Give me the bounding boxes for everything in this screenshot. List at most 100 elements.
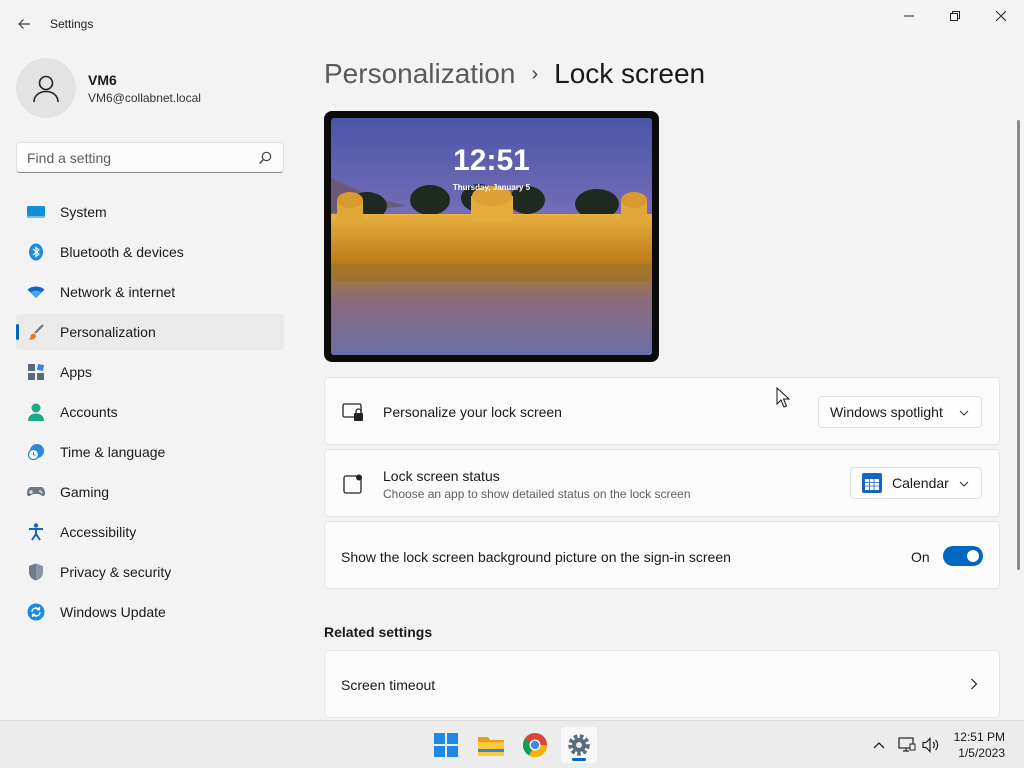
sidebar-item-label: Gaming xyxy=(60,484,110,500)
bluetooth-icon xyxy=(27,243,45,261)
sidebar-item-accessibility[interactable]: Accessibility xyxy=(16,514,284,550)
sidebar-item-gaming[interactable]: Gaming xyxy=(16,474,284,510)
sidebar-item-label: System xyxy=(60,204,107,220)
network-monitor-icon xyxy=(898,737,916,752)
sidebar-item-personalization[interactable]: Personalization xyxy=(16,314,284,350)
search-icon xyxy=(259,151,272,164)
sidebar-item-label: Accessibility xyxy=(60,524,137,540)
windows-start-icon xyxy=(434,733,458,757)
screen-timeout-label: Screen timeout xyxy=(341,677,436,693)
sidebar-item-apps[interactable]: Apps xyxy=(16,354,284,390)
monitor-icon xyxy=(27,203,45,221)
toggle-knob xyxy=(967,550,979,562)
title-bar: Settings xyxy=(0,0,1024,48)
lock-screen-status-dropdown[interactable]: Calendar xyxy=(850,467,982,499)
breadcrumb: Personalization › Lock screen xyxy=(324,58,705,90)
minimize-icon xyxy=(904,15,914,17)
sidebar-item-time-language[interactable]: Time & language xyxy=(16,434,284,470)
lock-screen-preview: 12:51 Thursday, January 5 xyxy=(324,111,659,362)
sidebar-item-bluetooth[interactable]: Bluetooth & devices xyxy=(16,234,284,270)
taskbar-clock[interactable]: 12:51 PM 1/5/2023 xyxy=(954,729,1005,761)
volume-tray-button[interactable] xyxy=(921,735,941,755)
sidebar-item-label: Windows Update xyxy=(60,604,166,620)
page-title: Lock screen xyxy=(554,58,706,89)
sidebar-item-windows-update[interactable]: Windows Update xyxy=(16,594,284,630)
sidebar-item-label: Personalization xyxy=(60,324,156,340)
sidebar-item-system[interactable]: System xyxy=(16,194,284,230)
chevron-down-icon xyxy=(959,481,969,487)
start-button[interactable] xyxy=(428,727,464,763)
breadcrumb-separator: › xyxy=(531,62,539,85)
toggle-state-label: On xyxy=(911,549,930,565)
lock-screen-status-card: Lock screen status Choose an app to show… xyxy=(324,449,1000,517)
avatar xyxy=(16,58,76,118)
sidebar-item-label: Accounts xyxy=(60,404,118,420)
apps-icon xyxy=(27,363,45,381)
close-icon xyxy=(996,11,1006,21)
accessibility-icon xyxy=(27,523,45,541)
sidebar-item-label: Time & language xyxy=(60,444,166,460)
back-button[interactable] xyxy=(10,10,38,38)
active-app-indicator xyxy=(572,758,586,761)
sidebar-nav: System Bluetooth & devices Network & int… xyxy=(16,194,284,634)
brush-icon xyxy=(27,323,45,341)
lock-screen-status-description: Choose an app to show detailed status on… xyxy=(383,487,691,501)
related-settings-heading: Related settings xyxy=(324,624,433,640)
wifi-icon xyxy=(27,283,45,301)
breadcrumb-parent[interactable]: Personalization xyxy=(324,58,515,90)
chevron-right-icon xyxy=(971,678,978,690)
file-explorer-button[interactable] xyxy=(473,727,509,763)
dropdown-value: Windows spotlight xyxy=(830,404,943,420)
person-icon xyxy=(33,75,59,103)
restore-icon xyxy=(950,11,960,21)
clock-date: 1/5/2023 xyxy=(958,746,1005,760)
chevron-down-icon xyxy=(959,410,969,416)
search-input[interactable] xyxy=(17,143,253,172)
lock-screen-time: 12:51 xyxy=(453,144,530,177)
sidebar-item-label: Network & internet xyxy=(60,284,176,300)
chrome-icon xyxy=(523,733,547,757)
shield-icon xyxy=(27,563,45,581)
user-profile[interactable]: VM6 VM6@collabnet.local xyxy=(16,58,201,118)
status-app-icon xyxy=(343,474,362,494)
personalize-lock-screen-card: Personalize your lock screen Windows spo… xyxy=(324,377,1000,445)
sidebar-item-privacy[interactable]: Privacy & security xyxy=(16,554,284,590)
mouse-cursor-icon xyxy=(776,387,790,408)
file-explorer-icon xyxy=(478,737,504,756)
clock-time: 12:51 PM xyxy=(953,730,1005,744)
clock-globe-icon xyxy=(27,443,45,461)
show-hidden-icons-button[interactable] xyxy=(869,735,889,755)
scrollbar[interactable] xyxy=(1017,120,1020,570)
network-tray-button[interactable] xyxy=(897,735,917,755)
restore-button[interactable] xyxy=(932,0,978,32)
lock-screen-status-label: Lock screen status xyxy=(383,468,500,484)
lock-screen-background-dropdown[interactable]: Windows spotlight xyxy=(818,396,982,428)
sidebar-item-label: Bluetooth & devices xyxy=(60,244,184,260)
person-icon xyxy=(27,403,45,421)
speaker-icon xyxy=(922,737,939,753)
close-button[interactable] xyxy=(978,0,1024,32)
chrome-button[interactable] xyxy=(517,727,553,763)
screen-timeout-link[interactable]: Screen timeout xyxy=(324,650,1000,718)
chevron-up-icon xyxy=(873,742,885,749)
sidebar-item-accounts[interactable]: Accounts xyxy=(16,394,284,430)
signin-background-card: Show the lock screen background picture … xyxy=(324,521,1000,589)
search-box[interactable] xyxy=(16,142,284,173)
signin-background-label: Show the lock screen background picture … xyxy=(341,549,731,565)
calendar-icon xyxy=(862,473,882,493)
personalize-lock-screen-label: Personalize your lock screen xyxy=(383,404,562,420)
sidebar-item-label: Apps xyxy=(60,364,92,380)
sidebar-item-network[interactable]: Network & internet xyxy=(16,274,284,310)
update-icon xyxy=(27,603,45,621)
lock-screen-date: Thursday, January 5 xyxy=(452,183,531,192)
window-title: Settings xyxy=(50,17,94,31)
profile-email: VM6@collabnet.local xyxy=(88,90,201,105)
arrow-left-icon xyxy=(18,19,30,29)
dropdown-value: Calendar xyxy=(892,475,949,491)
gamepad-icon xyxy=(27,483,45,501)
taskbar: 12:51 PM 1/5/2023 xyxy=(0,720,1024,768)
settings-icon xyxy=(568,734,590,756)
settings-taskbar-button[interactable] xyxy=(561,727,597,763)
minimize-button[interactable] xyxy=(886,0,932,32)
signin-background-toggle[interactable] xyxy=(943,546,983,566)
